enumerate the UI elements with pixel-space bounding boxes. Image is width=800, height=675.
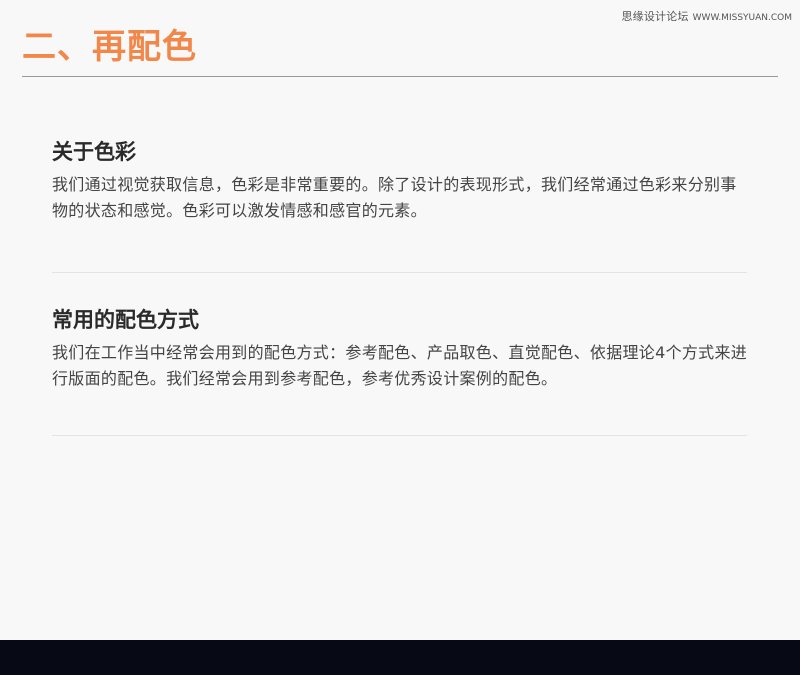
section-divider (52, 272, 747, 273)
section-heading: 关于色彩 (52, 140, 136, 164)
bottom-bar (0, 640, 800, 675)
title-underline (22, 76, 778, 77)
watermark-site-name: 思缘设计论坛 (621, 10, 689, 23)
section-body: 我们在工作当中经常会用到的配色方式：参考配色、产品取色、直觉配色、依据理论4个方… (52, 343, 748, 388)
section-divider (52, 435, 747, 436)
section-body: 我们通过视觉获取信息，色彩是非常重要的。除了设计的表现形式，我们经常通过色彩来分… (52, 175, 737, 220)
section-about-color: 关于色彩 我们通过视觉获取信息，色彩是非常重要的。除了设计的表现形式，我们经常通… (52, 138, 752, 224)
section-common-color-schemes: 常用的配色方式 我们在工作当中经常会用到的配色方式：参考配色、产品取色、直觉配色… (52, 306, 752, 392)
watermark-url: WWW.MISSYUAN.COM (692, 13, 792, 23)
page-title: 二、再配色 (22, 27, 197, 67)
watermark: 思缘设计论坛 WWW.MISSYUAN.COM (621, 8, 792, 24)
section-heading: 常用的配色方式 (52, 308, 199, 332)
